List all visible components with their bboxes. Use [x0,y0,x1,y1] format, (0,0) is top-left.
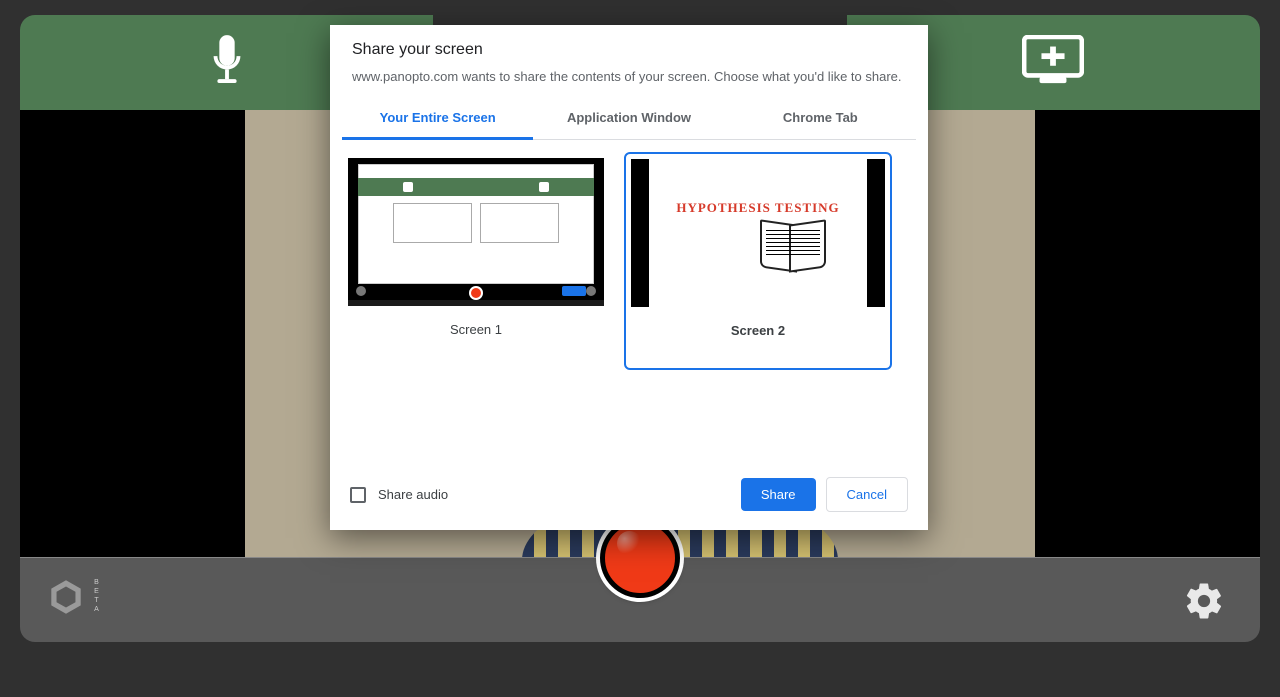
tab-application-window[interactable]: Application Window [533,98,724,139]
app-logo: BETA [45,576,100,618]
share-screen-dialog: Share your screen www.panopto.com wants … [330,25,928,530]
dialog-header: Share your screen www.panopto.com wants … [330,25,928,88]
bottom-toolbar: BETA [20,557,1260,642]
screen-1-label: Screen 1 [348,306,604,347]
share-audio-toggle[interactable]: Share audio [350,487,448,503]
dialog-footer: Share audio Share Cancel [330,465,928,530]
record-button[interactable] [600,518,680,598]
cancel-button[interactable]: Cancel [826,477,908,512]
checkbox-icon [350,487,366,503]
screen-2-label: Screen 2 [631,307,885,348]
screen-thumbnails: Screen 1 HYPOTHESIS TESTING Screen 2 [330,140,928,465]
preview-right-bar [1035,110,1260,560]
share-button[interactable]: Share [741,478,816,511]
thumbnail-screen-1[interactable]: Screen 1 [342,152,610,353]
beta-badge: BETA [93,579,100,615]
dialog-title: Share your screen [352,41,906,59]
preview-left-bar [20,110,245,560]
screen-1-preview [348,158,604,306]
share-tabs: Your Entire Screen Application Window Ch… [342,98,916,140]
dialog-subtitle: www.panopto.com wants to share the conte… [352,69,906,84]
tab-chrome-tab[interactable]: Chrome Tab [725,98,916,139]
slide-title: HYPOTHESIS TESTING [676,200,839,216]
thumbnail-screen-2[interactable]: HYPOTHESIS TESTING Screen 2 [624,152,892,370]
microphone-icon [204,32,250,93]
tab-entire-screen[interactable]: Your Entire Screen [342,98,533,140]
settings-button[interactable] [1183,580,1225,627]
panopto-logo-icon [45,576,87,618]
book-illustration [760,222,826,266]
add-screen-icon [1022,35,1084,90]
share-audio-label: Share audio [378,487,448,502]
screen-2-preview: HYPOTHESIS TESTING [631,159,885,307]
gear-icon [1183,580,1225,622]
